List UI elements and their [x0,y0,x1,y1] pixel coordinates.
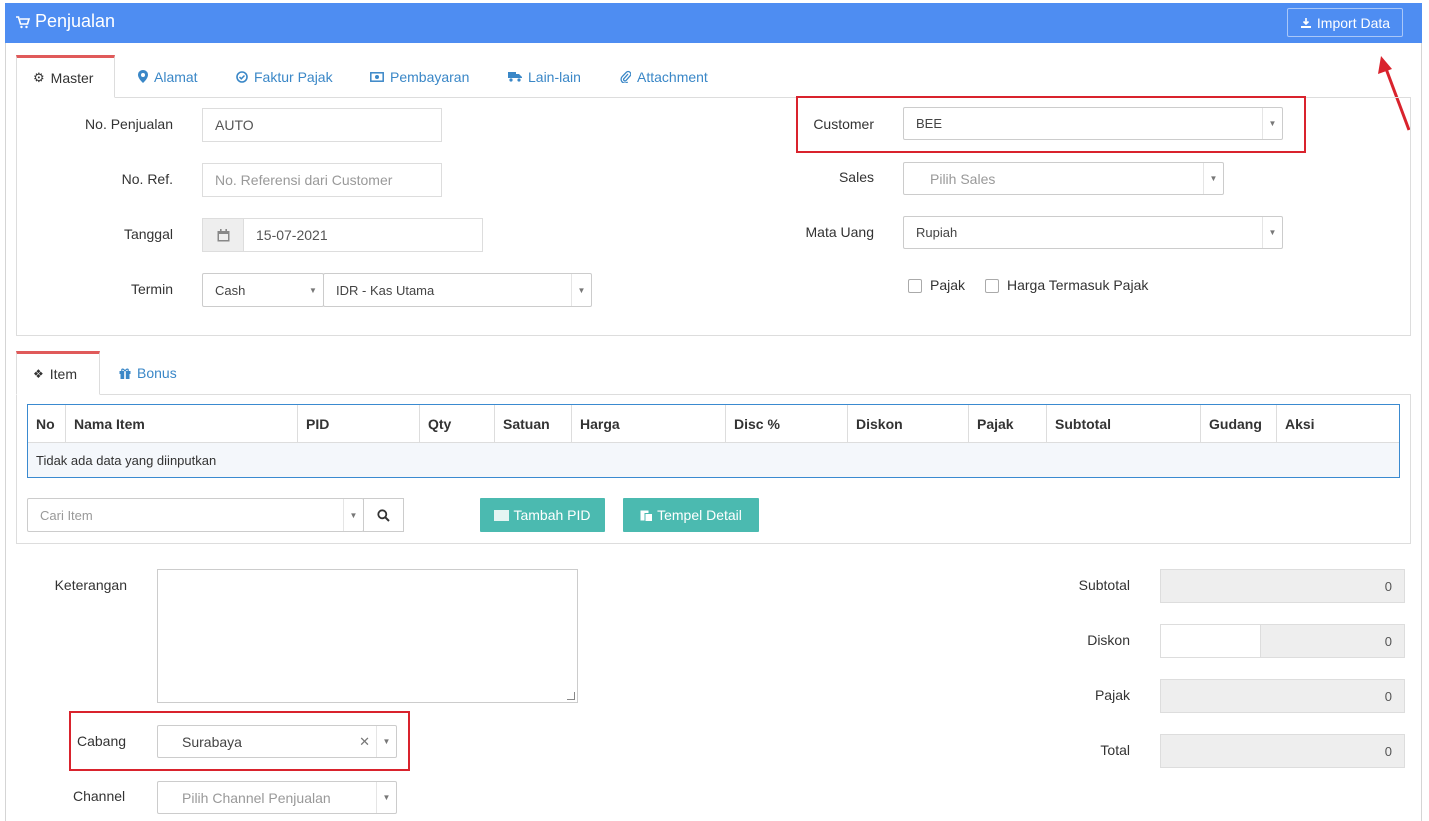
item-table: No Nama Item PID Qty Satuan Harga Disc %… [27,404,1400,478]
tempel-detail-button[interactable]: Tempel Detail [623,498,759,532]
gift-icon [119,368,131,379]
column-header-harga: Harga [572,405,726,443]
column-header-disc-percent: Disc % [726,405,848,443]
map-marker-icon [138,70,148,83]
import-data-button[interactable]: Import Data [1287,8,1403,37]
tab-pembayaran[interactable]: Pembayaran [354,55,485,98]
truck-icon [508,72,522,82]
table-empty-row: Tidak ada data yang diinputkan [28,443,1399,477]
barcode-icon [494,509,510,521]
no-ref-label: No. Ref. [121,171,173,187]
page-header: Penjualan Import Data [5,3,1422,43]
chevron-down-icon: ▼ [1203,163,1223,194]
no-ref-input[interactable]: No. Referensi dari Customer [202,163,442,197]
column-header-pid: PID [298,405,420,443]
keterangan-textarea[interactable] [157,569,578,703]
tab-alamat[interactable]: Alamat [122,55,214,98]
column-header-qty: Qty [420,405,495,443]
page-title-text: Penjualan [35,11,116,31]
total-value: 0 [1160,734,1405,768]
diskon-label: Diskon [1087,632,1130,648]
chevron-down-icon: ▼ [376,782,396,813]
chevron-down-icon: ▼ [571,274,591,306]
page-title: Penjualan [16,11,115,32]
tab-master[interactable]: ⚙ Master [16,55,115,98]
tambah-pid-button[interactable]: Tambah PID [480,498,605,532]
tab-attachment[interactable]: Attachment [604,55,724,98]
cogs-icon: ⚙ [33,69,45,85]
calendar-icon [217,228,229,241]
no-penjualan-label: No. Penjualan [85,116,173,132]
tab-bonus[interactable]: Bonus [103,351,193,395]
chevron-down-icon: ▼ [1262,108,1282,139]
search-icon [377,508,390,522]
customer-label: Customer [813,116,874,132]
cabang-select[interactable]: Surabaya ✕ ▼ [157,725,397,758]
keterangan-label: Keterangan [54,577,127,593]
column-header-no: No [28,405,66,443]
tanggal-label: Tanggal [123,226,173,242]
paste-icon [640,510,654,522]
download-icon [1300,17,1311,28]
column-header-pajak: Pajak [969,405,1047,443]
money-icon [370,71,384,82]
subtotal-value: 0 [1160,569,1405,603]
column-header-satuan: Satuan [495,405,572,443]
column-header-nama-item: Nama Item [66,405,298,443]
total-label: Total [1100,742,1130,758]
channel-label: Channel [73,788,126,804]
termin-label: Termin [130,281,173,297]
pajak-value: 0 [1160,679,1405,713]
subtotal-label: Subtotal [1078,577,1130,593]
diskon-input[interactable] [1160,624,1261,658]
column-header-subtotal: Subtotal [1047,405,1201,443]
sales-select[interactable]: Pilih Sales ▼ [903,162,1224,195]
chevron-down-icon: ▼ [1262,217,1282,248]
tanggal-input[interactable]: 15-07-2021 [243,218,483,252]
customer-select[interactable]: BEE ▼ [903,107,1283,140]
check-circle-icon [236,70,248,83]
calendar-addon[interactable] [202,218,244,252]
tab-faktur-pajak[interactable]: Faktur Pajak [220,55,349,98]
pajak-checkbox-label: Pajak [930,277,966,293]
column-header-aksi: Aksi [1285,416,1315,432]
cart-icon [16,15,30,28]
harga-termasuk-pajak-label: Harga Termasuk Pajak [1007,277,1149,293]
chevron-down-icon: ▼ [343,499,363,531]
no-penjualan-input[interactable]: AUTO [202,108,442,142]
search-item-button[interactable] [363,498,404,532]
table-header: No Nama Item PID Qty Satuan Harga Disc %… [28,405,1399,443]
frame-border-right [1421,43,1422,821]
channel-select[interactable]: Pilih Channel Penjualan ▼ [157,781,397,814]
tab-lain-lain[interactable]: Lain-lain [492,55,597,98]
column-header-gudang: Gudang [1201,405,1277,443]
column-header-diskon: Diskon [848,405,969,443]
kas-select[interactable]: IDR - Kas Utama ▼ [323,273,592,307]
cubes-icon: ❖ [33,367,44,381]
sales-label: Sales [838,169,874,185]
mata-uang-label: Mata Uang [805,224,874,240]
clear-icon[interactable]: ✕ [359,734,370,750]
harga-termasuk-pajak-checkbox[interactable] [985,279,999,293]
mata-uang-select[interactable]: Rupiah ▼ [903,216,1283,249]
cabang-label: Cabang [77,733,127,749]
termin-select[interactable]: Cash ▼ [202,273,324,307]
chevron-down-icon: ▼ [309,285,317,295]
diskon-value: 0 [1260,624,1405,658]
paperclip-icon [620,70,631,83]
pajak-checkbox[interactable] [908,279,922,293]
tab-item[interactable]: ❖ Item [16,351,100,395]
resize-grip-icon[interactable] [567,692,575,700]
cari-item-select[interactable]: Cari Item ▼ [27,498,364,532]
pajak-total-label: Pajak [1094,687,1130,703]
chevron-down-icon: ▼ [376,726,396,757]
frame-border-left [5,43,6,821]
